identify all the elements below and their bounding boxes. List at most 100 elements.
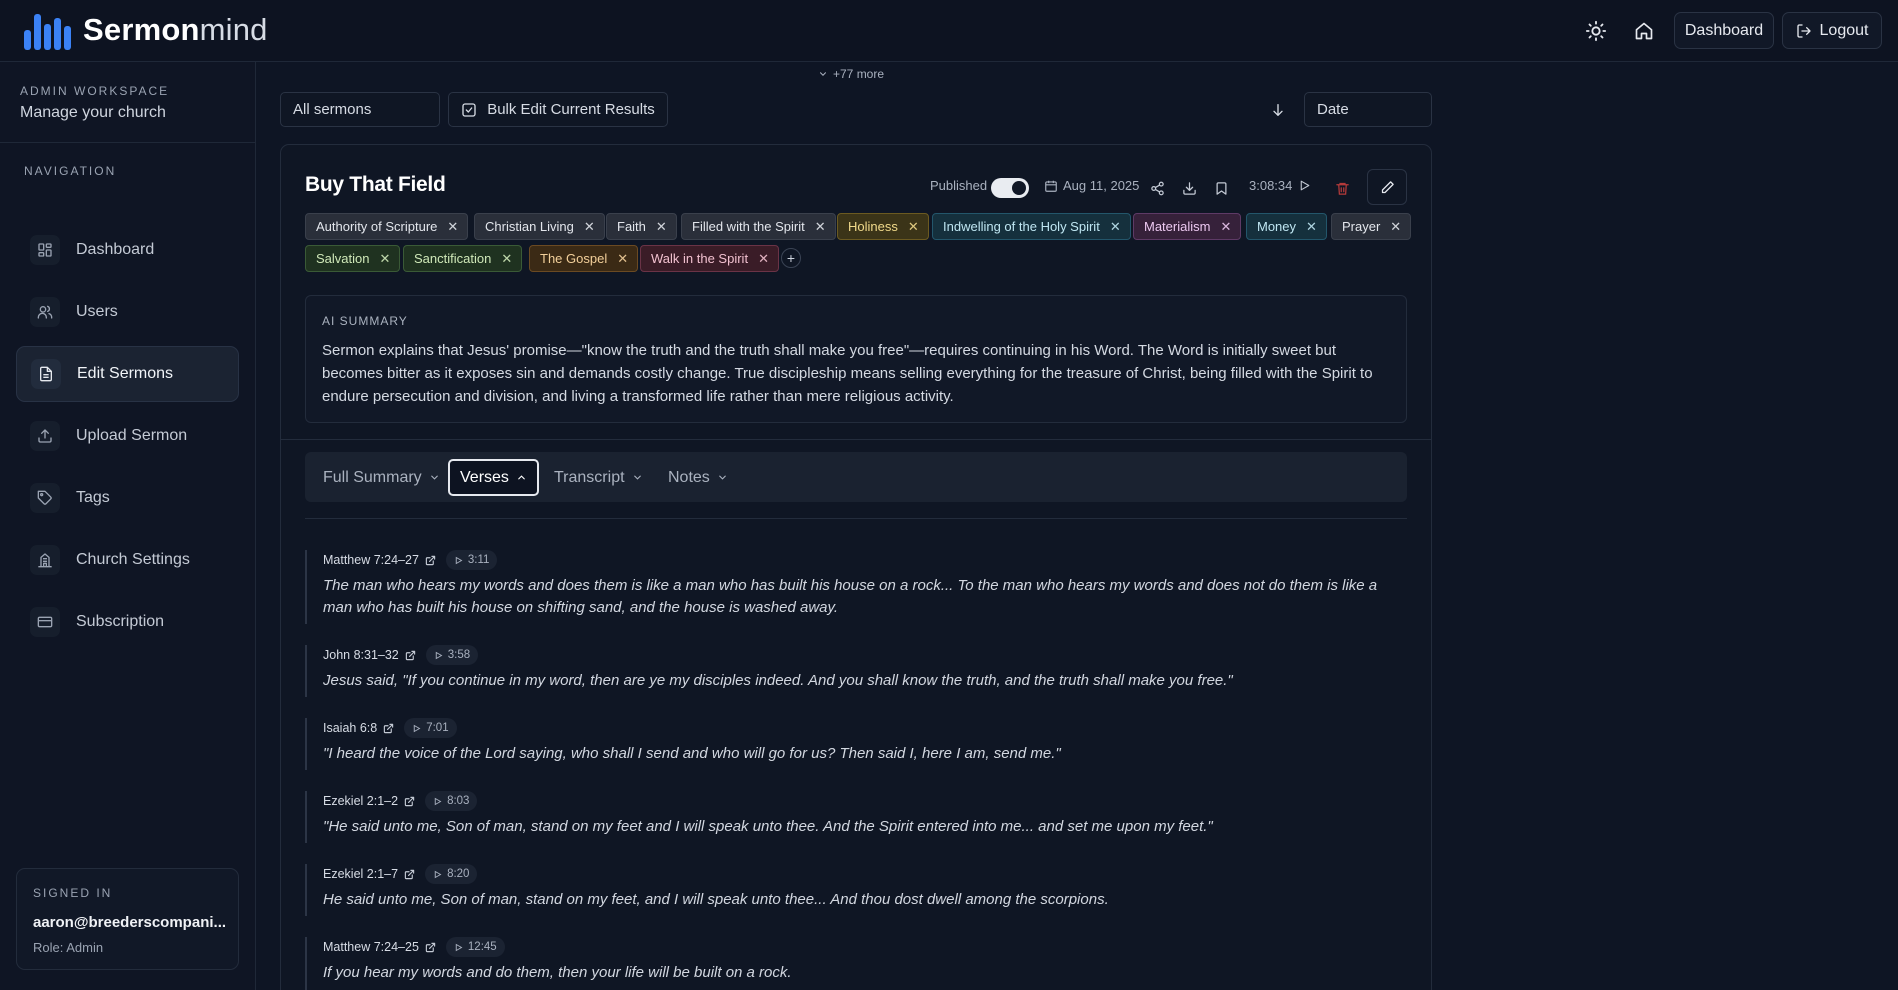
tag-chip[interactable]: Sanctification ✕ — [403, 245, 523, 272]
bookmark-icon[interactable] — [1212, 179, 1230, 197]
show-more-link[interactable]: +77 more — [818, 67, 884, 81]
tag-chip[interactable]: Filled with the Spirit ✕ — [681, 213, 836, 240]
remove-tag-icon[interactable]: ✕ — [758, 251, 769, 267]
verse-timestamp-button[interactable]: 3:58 — [425, 645, 479, 665]
sort-direction-icon[interactable] — [1263, 98, 1293, 122]
tag-chip[interactable]: Prayer ✕ — [1331, 213, 1412, 240]
sidebar-divider — [0, 142, 255, 143]
external-link-icon[interactable] — [425, 555, 436, 566]
tag-chip[interactable]: Faith ✕ — [606, 213, 677, 240]
external-link-icon[interactable] — [404, 796, 415, 807]
remove-tag-icon[interactable]: ✕ — [584, 219, 595, 235]
play-icon — [434, 797, 442, 805]
verse-reference[interactable]: John 8:31–32 — [323, 648, 399, 662]
remove-tag-icon[interactable]: ✕ — [447, 219, 458, 235]
brand-logo[interactable]: Sermonmind — [24, 10, 268, 50]
verse-timestamp-button[interactable]: 12:45 — [445, 937, 505, 957]
tag-chip[interactable]: The Gospel ✕ — [529, 245, 639, 272]
tab-transcript[interactable]: Transcript — [554, 459, 643, 496]
verse-reference[interactable]: Ezekiel 2:1–2 — [323, 794, 398, 808]
verse-timestamp-button[interactable]: 7:01 — [404, 718, 457, 738]
bulk-edit-button[interactable]: Bulk Edit Current Results — [448, 92, 668, 127]
sidebar-item-label: Upload Sermon — [76, 427, 188, 444]
tag-label: Salvation — [316, 251, 370, 266]
verse-reference[interactable]: Isaiah 6:8 — [323, 721, 377, 735]
verse-item: Matthew 7:24–25 12:45 If you hear my wor… — [305, 937, 1407, 990]
external-link-icon[interactable] — [404, 869, 415, 880]
add-tag-button[interactable]: + — [781, 248, 801, 268]
show-more-label: +77 more — [833, 67, 885, 81]
remove-tag-icon[interactable]: ✕ — [656, 219, 667, 235]
sermon-filter-select[interactable]: All sermons — [280, 92, 440, 127]
verse-timestamp-button[interactable]: 8:03 — [425, 791, 478, 811]
tag-label: Authority of Scripture — [316, 219, 438, 234]
play-icon — [455, 556, 463, 564]
external-link-icon[interactable] — [383, 723, 394, 734]
dashboard-button[interactable]: Dashboard — [1674, 12, 1774, 49]
sidebar-item-subscription[interactable]: Subscription — [16, 594, 239, 650]
verse-reference[interactable]: Ezekiel 2:1–7 — [323, 867, 398, 881]
logout-button-label: Logout — [1819, 21, 1869, 39]
sidebar-item-tags[interactable]: Tags — [16, 470, 239, 526]
remove-tag-icon[interactable]: ✕ — [1306, 219, 1317, 235]
verse-time: 8:20 — [447, 868, 470, 880]
verse-timestamp-button[interactable]: 8:20 — [425, 864, 478, 884]
tag-chip[interactable]: Money ✕ — [1246, 213, 1327, 240]
tab-label: Full Summary — [323, 468, 422, 486]
sidebar-item-label: Dashboard — [76, 241, 155, 258]
sidebar-item-dashboard[interactable]: Dashboard — [16, 222, 239, 278]
verse-reference[interactable]: Matthew 7:24–27 — [323, 553, 419, 567]
sidebar-item-edit-sermons[interactable]: Edit Sermons — [16, 346, 239, 402]
download-icon[interactable] — [1180, 179, 1198, 197]
sidebar-item-users[interactable]: Users — [16, 284, 239, 340]
verse-timestamp-button[interactable]: 3:11 — [445, 550, 498, 570]
chevron-down-icon — [718, 475, 726, 480]
chevron-down-icon — [633, 475, 641, 480]
verse-reference[interactable]: Matthew 7:24–25 — [323, 940, 419, 954]
remove-tag-icon[interactable]: ✕ — [908, 219, 919, 235]
verse-item: Ezekiel 2:1–2 8:03 "He said unto me, Son… — [305, 791, 1407, 843]
tag-label: Money — [1257, 219, 1297, 234]
tag-chip[interactable]: Christian Living ✕ — [474, 213, 605, 240]
external-link-icon[interactable] — [405, 650, 416, 661]
tab-full-summary[interactable]: Full Summary — [323, 459, 440, 496]
play-icon — [435, 651, 443, 659]
remove-tag-icon[interactable]: ✕ — [815, 219, 826, 235]
play-sermon-button[interactable]: 3:08:34 — [1249, 178, 1311, 193]
remove-tag-icon[interactable]: ✕ — [501, 251, 512, 267]
remove-tag-icon[interactable]: ✕ — [1110, 219, 1121, 235]
remove-tag-icon[interactable]: ✕ — [379, 251, 390, 267]
tag-chip[interactable]: Salvation ✕ — [305, 245, 401, 272]
verse-text: "I heard the voice of the Lord saying, w… — [323, 745, 1061, 762]
remove-tag-icon[interactable]: ✕ — [1390, 219, 1401, 235]
published-toggle[interactable] — [991, 178, 1029, 198]
logout-button[interactable]: Logout — [1782, 12, 1882, 49]
edit-sermon-button[interactable] — [1367, 169, 1407, 205]
sidebar-item-church-settings[interactable]: Church Settings — [16, 532, 239, 588]
verse-text: "He said unto me, Son of man, stand on m… — [323, 818, 1213, 835]
tag-chip[interactable]: Indwelling of the Holy Spirit ✕ — [932, 213, 1131, 240]
sort-select[interactable]: Date — [1304, 92, 1432, 127]
external-link-icon[interactable] — [425, 942, 436, 953]
tag-chip[interactable]: Materialism ✕ — [1133, 213, 1242, 240]
remove-tag-icon[interactable]: ✕ — [1220, 219, 1231, 235]
tab-verses[interactable]: Verses — [448, 459, 539, 496]
users-icon — [30, 297, 60, 327]
verse-item: Ezekiel 2:1–7 8:20 He said unto me, Son … — [305, 864, 1407, 916]
chevron-down-icon — [819, 72, 827, 76]
file-icon — [31, 359, 61, 389]
trash-icon[interactable] — [1333, 179, 1351, 197]
tag-chip[interactable]: Walk in the Spirit ✕ — [640, 245, 779, 272]
tab-label: Verses — [460, 468, 509, 486]
share-icon[interactable] — [1148, 179, 1166, 197]
tag-chip[interactable]: Holiness ✕ — [837, 213, 929, 240]
remove-tag-icon[interactable]: ✕ — [617, 251, 628, 267]
tag-label: Christian Living — [485, 219, 574, 234]
tab-notes[interactable]: Notes — [668, 459, 728, 496]
sidebar-item-label: Edit Sermons — [77, 365, 174, 382]
sidebar-item-upload-sermon[interactable]: Upload Sermon — [16, 408, 239, 464]
ai-summary-label: AI SUMMARY — [322, 314, 408, 328]
tag-chip[interactable]: Authority of Scripture ✕ — [305, 213, 469, 240]
sun-icon[interactable] — [1581, 16, 1611, 46]
home-icon[interactable] — [1629, 16, 1659, 46]
